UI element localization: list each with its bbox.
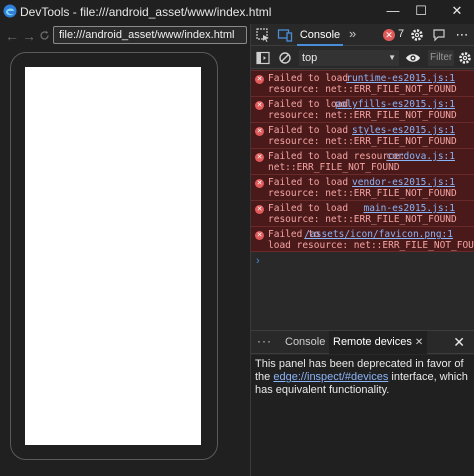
message-text-line2: resource: net::ERR_FILE_NOT_FOUND	[268, 110, 457, 121]
message-text-line1: Failed to load	[268, 73, 349, 84]
window-title: DevTools - file:///android_asset/www/ind…	[20, 5, 272, 19]
message-text-line2: net::ERR_FILE_NOT_FOUND	[268, 162, 400, 173]
context-selector[interactable]: top ▼	[299, 50, 399, 66]
message-text-line1: Failed to load resource:	[268, 151, 406, 162]
drawer-tab-remote-devices-label: Remote devices	[333, 336, 412, 348]
error-icon: ✕	[255, 205, 264, 214]
device-frame	[10, 52, 218, 460]
toggle-sidebar-icon[interactable]	[255, 50, 271, 66]
message-text-line2: resource: net::ERR_FILE_NOT_FOUND	[268, 188, 457, 199]
console-prompt-icon[interactable]: ›	[256, 255, 260, 267]
message-text-line2: resource: net::ERR_FILE_NOT_FOUND	[268, 136, 457, 147]
devtools-window: DevTools - file:///android_asset/www/ind…	[0, 0, 474, 476]
reload-icon[interactable]	[39, 30, 50, 41]
device-screen[interactable]	[25, 67, 201, 445]
devtools-more-menu-icon[interactable]: ⋯	[453, 26, 471, 44]
back-button[interactable]: ←	[5, 28, 19, 44]
message-source-link[interactable]: cordova.js:1	[386, 151, 455, 162]
error-icon: ✕	[255, 101, 264, 110]
message-source-link[interactable]: styles-es2015.js:1	[352, 125, 455, 136]
settings-gear-icon[interactable]	[409, 27, 425, 43]
forward-button[interactable]: →	[22, 28, 36, 44]
console-error-message[interactable]: ✕ Failed to load main-es2015.js:1 resour…	[251, 200, 474, 226]
error-icon: ✕	[255, 127, 264, 136]
devtools-panel: Console » ✕ 7 ⋯ top ▼ Filter ✕ Failed to…	[250, 24, 474, 476]
message-text-line1: Failed to load	[268, 177, 349, 188]
context-selector-value: top	[302, 52, 318, 64]
feedback-icon[interactable]	[431, 27, 447, 43]
devtools-tabbar: Console » ✕ 7 ⋯	[251, 24, 474, 46]
close-tab-icon[interactable]: ✕	[415, 337, 423, 348]
error-icon: ✕	[255, 179, 264, 188]
tab-console[interactable]: Console	[297, 24, 343, 46]
error-icon: ✕	[255, 75, 264, 84]
console-error-message[interactable]: ✕ Failed to load styles-es2015.js:1 reso…	[251, 122, 474, 148]
console-settings-gear-icon[interactable]	[457, 50, 473, 66]
message-text-line2: resource: net::ERR_FILE_NOT_FOUND	[268, 214, 457, 225]
error-count-icon[interactable]: ✕	[383, 29, 395, 41]
title-bar: DevTools - file:///android_asset/www/ind…	[0, 0, 474, 24]
message-text-line1: Failed to load	[268, 203, 349, 214]
console-toolbar: top ▼ Filter	[251, 47, 474, 69]
error-icon: ✕	[255, 153, 264, 162]
clear-console-icon[interactable]	[277, 50, 293, 66]
live-expression-eye-icon[interactable]	[405, 50, 421, 66]
more-tabs-icon[interactable]: »	[349, 26, 356, 41]
console-error-message[interactable]: ✕ Failed to /assets/icon/favicon.png:1 l…	[251, 226, 474, 252]
edge-inspect-link[interactable]: edge://inspect/#devices	[273, 371, 388, 383]
message-source-link[interactable]: /assets/icon/favicon.png:1	[304, 229, 453, 240]
drawer-tab-remote-devices[interactable]: Remote devices ✕	[329, 331, 428, 354]
message-source-link[interactable]: vendor-es2015.js:1	[352, 177, 455, 188]
maximize-button[interactable]: ☐	[412, 2, 430, 20]
drawer-more-icon[interactable]: ···	[257, 334, 272, 348]
screencast-pane: ← → file:///android_asset/www/index.html	[0, 24, 249, 476]
device-emulation-icon[interactable]	[277, 27, 293, 43]
error-icon: ✕	[255, 231, 264, 240]
drawer-tab-console[interactable]: Console	[285, 331, 325, 354]
message-source-link[interactable]: main-es2015.js:1	[363, 203, 455, 214]
drawer-tabbar: ··· Console Remote devices ✕ ✕	[251, 330, 474, 354]
edge-devtools-icon	[3, 4, 17, 18]
console-error-message[interactable]: ✕ Failed to load vendor-es2015.js:1 reso…	[251, 174, 474, 200]
inspect-element-icon[interactable]	[255, 27, 271, 43]
error-count[interactable]: 7	[398, 28, 404, 40]
console-error-message[interactable]: ✕ Failed to load polyfills-es2015.js:1 r…	[251, 96, 474, 122]
address-bar[interactable]: file:///android_asset/www/index.html	[53, 26, 247, 44]
filter-input[interactable]: Filter	[428, 50, 454, 66]
message-source-link[interactable]: runtime-es2015.js:1	[346, 73, 455, 84]
message-text-line2: resource: net::ERR_FILE_NOT_FOUND	[268, 84, 457, 95]
console-error-message[interactable]: ✕ Failed to load resource: cordova.js:1 …	[251, 148, 474, 174]
message-source-link[interactable]: polyfills-es2015.js:1	[335, 99, 455, 110]
close-window-button[interactable]: ✕	[448, 2, 466, 20]
minimize-button[interactable]: —	[384, 2, 402, 20]
message-text-line1: Failed to load	[268, 125, 349, 136]
console-error-message[interactable]: ✕ Failed to load runtime-es2015.js:1 res…	[251, 70, 474, 96]
console-messages: ✕ Failed to load runtime-es2015.js:1 res…	[251, 70, 474, 352]
remote-devices-panel: This panel has been deprecated in favor …	[251, 355, 474, 476]
message-text-line2: load resource: net::ERR_FILE_NOT_FOUND	[268, 240, 474, 251]
chevron-down-icon: ▼	[388, 53, 396, 62]
close-drawer-button[interactable]: ✕	[453, 334, 465, 351]
